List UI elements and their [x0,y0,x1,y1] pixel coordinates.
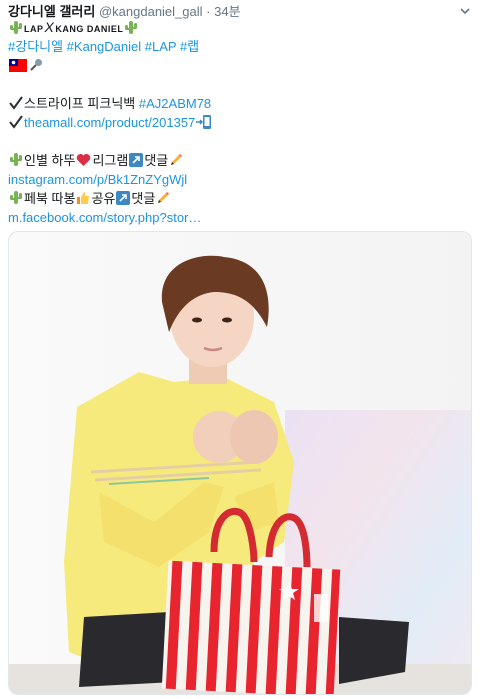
facebook-text: 페북 따봉 [24,191,76,206]
facebook-text3: 댓글 [131,191,156,206]
share-arrow-icon [129,153,144,167]
chevron-down-icon[interactable] [458,4,472,18]
brand-line: LAPXKANG DANIEL [8,18,472,37]
share-arrow-icon [116,191,131,205]
phone-icon [196,115,212,129]
instagram-text2: 리그램 [92,153,129,168]
facebook-text2: 공유 [91,191,116,206]
instagram-text3: 댓글 [144,153,169,168]
checkmark-icon [9,115,23,129]
pencil-icon [171,154,183,165]
microphone-icon [30,59,42,71]
instagram-text: 인별 하뚜 [24,153,76,168]
display-name[interactable]: 강다니엘 갤러리 [8,4,95,19]
flag-line [8,56,472,75]
hashtags[interactable]: #강다니엘 #KangDaniel #LAP #랩 [8,37,472,56]
heart-icon [77,154,91,166]
thumbs-up-icon [77,192,90,204]
instagram-line: 인별 하뚜 리그램 댓글 [8,151,472,170]
cactus-icon [10,191,22,204]
brand-right: KANG DANIEL [55,24,124,34]
facebook-line: 페북 따봉 공유 댓글 [8,189,472,208]
brand-x: X [44,19,55,35]
taiwan-flag-icon [9,59,27,72]
tweet-photo[interactable] [8,231,472,695]
product-url[interactable]: theamall.com/product/201357 [24,115,195,130]
brand-left: LAP [24,24,44,34]
photo-illustration [9,232,471,694]
cactus-icon [10,153,22,166]
product-code[interactable]: #AJ2ABM78 [139,96,211,111]
pencil-icon [158,192,170,203]
tweet-text: LAPXKANG DANIEL #강다니엘 #KangDaniel #LAP #… [8,18,472,227]
checkmark-icon [9,96,23,110]
user-handle[interactable]: @kangdaniel_gall [99,4,203,19]
product-url-line: theamall.com/product/201357 [8,113,472,132]
cactus-icon [125,21,138,34]
facebook-url[interactable]: m.facebook.com/story.php?stor… [8,208,472,227]
product-name: 스트라이프 피크닉백 [24,96,136,111]
separator-dot: · [206,4,211,19]
cactus-icon [10,21,22,34]
instagram-url[interactable]: instagram.com/p/Bk1ZnZYgWjl [8,170,472,189]
product-line: 스트라이프 피크닉백 #AJ2ABM78 [8,94,472,113]
timestamp[interactable]: 34분 [214,4,240,19]
